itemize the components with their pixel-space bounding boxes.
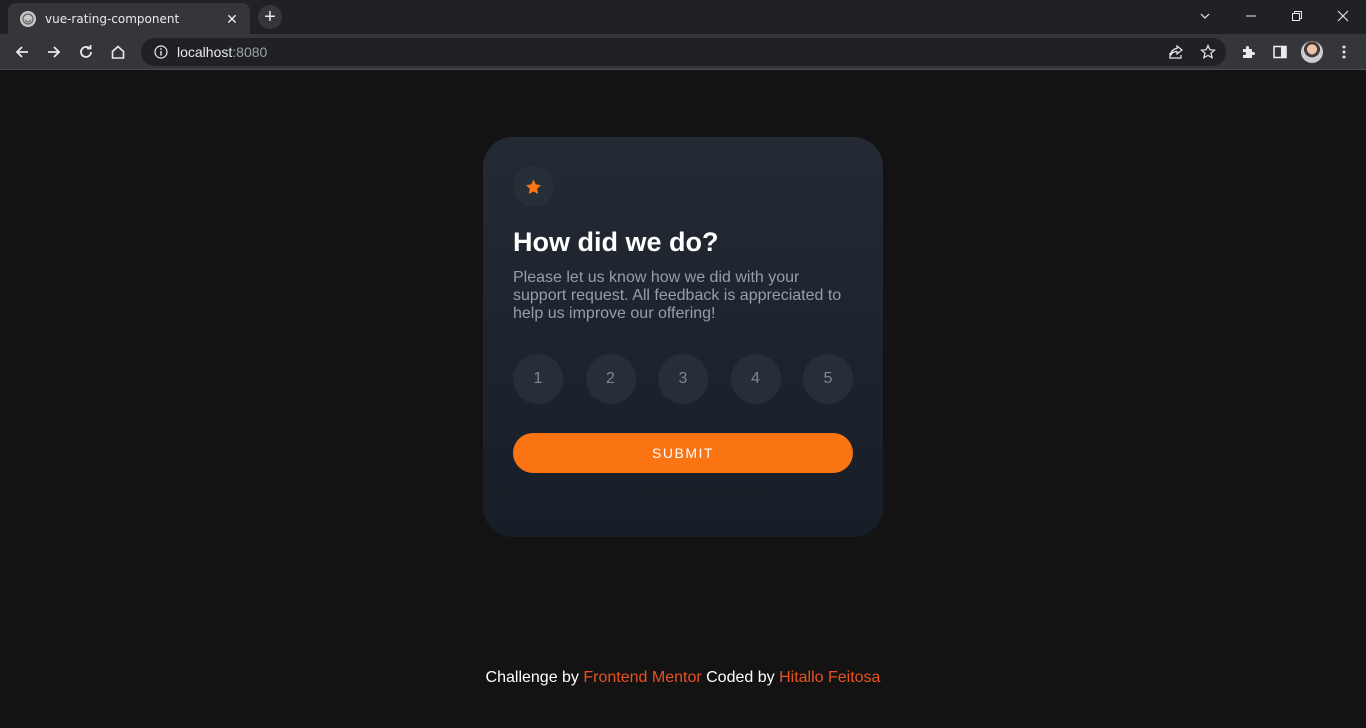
minimize-icon[interactable] — [1228, 0, 1274, 32]
star-icon-container — [513, 166, 554, 207]
rating-button-3[interactable]: 3 — [658, 354, 708, 404]
card-description: Please let us know how we did with your … — [513, 269, 842, 322]
extensions-icon[interactable] — [1234, 38, 1262, 66]
browser-toolbar: localhost:8080 — [0, 34, 1366, 70]
rating-card: How did we do? Please let us know how we… — [483, 137, 883, 537]
info-icon[interactable] — [153, 44, 169, 60]
author-link[interactable]: Hitallo Feitosa — [779, 669, 880, 686]
browser-tab[interactable]: vue-rating-component ✕ — [8, 3, 250, 34]
submit-button[interactable]: SUBMIT — [513, 433, 853, 473]
globe-icon — [20, 10, 36, 27]
share-icon[interactable] — [1168, 44, 1184, 60]
side-panel-icon[interactable] — [1266, 38, 1294, 66]
star-icon — [526, 179, 541, 194]
rating-button-4[interactable]: 4 — [730, 354, 781, 404]
bookmark-star-icon[interactable] — [1200, 44, 1216, 60]
frontend-mentor-link[interactable]: Frontend Mentor — [583, 669, 701, 686]
kebab-menu-icon[interactable] — [1330, 38, 1358, 66]
tab-title: vue-rating-component — [45, 11, 180, 26]
forward-arrow-icon[interactable] — [40, 38, 68, 66]
attribution: Challenge by Frontend Mentor Coded by Hi… — [0, 669, 1366, 687]
tab-close-icon[interactable]: ✕ — [224, 11, 240, 27]
back-arrow-icon[interactable] — [8, 38, 36, 66]
home-icon[interactable] — [104, 38, 132, 66]
browser-tabstrip: vue-rating-component ✕ + — [0, 0, 1366, 34]
avatar[interactable] — [1301, 41, 1323, 63]
url-host: localhost — [177, 44, 233, 60]
close-window-icon[interactable] — [1320, 0, 1366, 32]
attribution-middle: Coded by — [706, 669, 775, 686]
rating-options: 1 2 3 4 5 — [513, 354, 853, 404]
chevron-down-icon[interactable] — [1182, 0, 1228, 32]
new-tab-button[interactable]: + — [258, 5, 282, 29]
rating-button-1[interactable]: 1 — [513, 354, 563, 404]
restore-icon[interactable] — [1274, 0, 1320, 32]
rating-button-2[interactable]: 2 — [585, 354, 636, 404]
address-bar[interactable]: localhost:8080 — [141, 38, 1226, 66]
attribution-prefix: Challenge by — [485, 669, 579, 686]
url-port: :8080 — [232, 44, 268, 60]
reload-icon[interactable] — [72, 38, 100, 66]
card-title: How did we do? — [513, 227, 719, 257]
rating-button-5[interactable]: 5 — [803, 354, 853, 404]
